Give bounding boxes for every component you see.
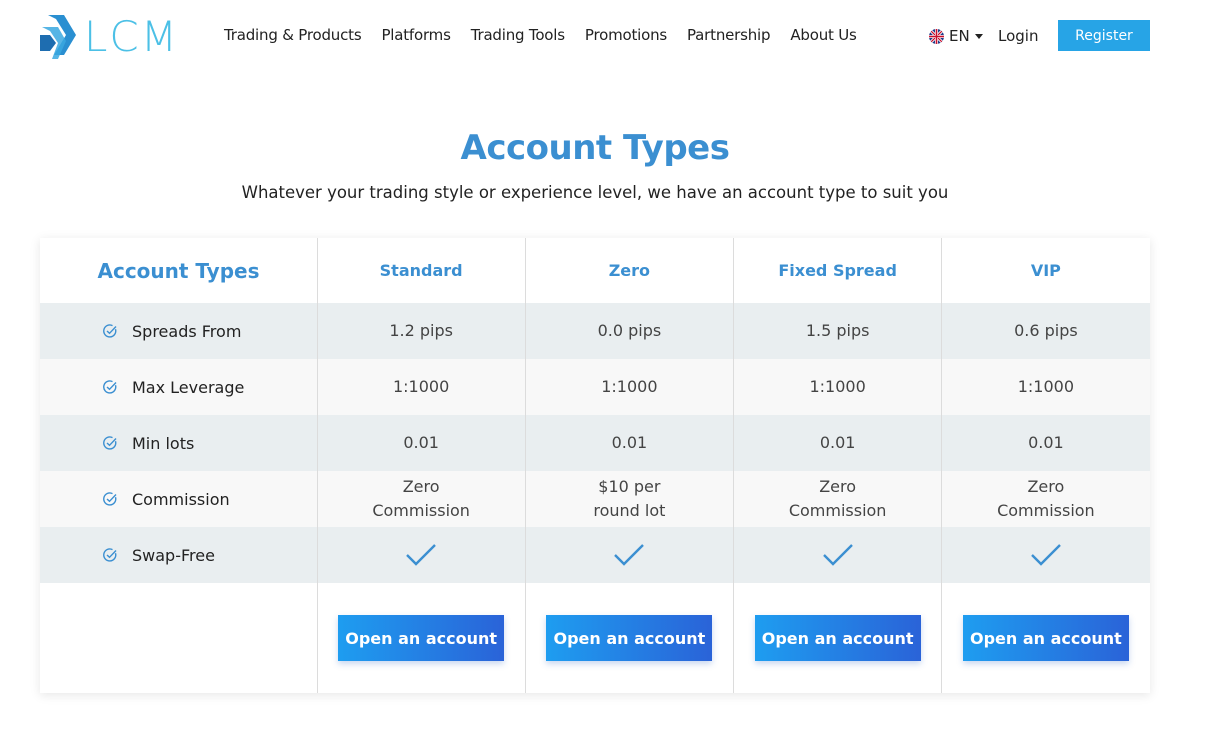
empty-cell: [40, 583, 317, 693]
logo-text: LCM: [84, 12, 179, 61]
action-cell: Open an account: [942, 583, 1150, 693]
nav-trading-tools[interactable]: Trading Tools: [471, 26, 565, 44]
cell-value: 0.6 pips: [1014, 321, 1078, 340]
cell-value: [734, 527, 942, 583]
column-header-fixed-spread: Fixed Spread: [778, 261, 897, 280]
table-row: Spreads From 1.2 pips 0.0 pips 1.5 pips …: [40, 303, 1150, 359]
logo-mark-icon: [40, 15, 76, 59]
column-divider: [733, 238, 734, 693]
column-divider: [941, 238, 942, 693]
register-button[interactable]: Register: [1058, 20, 1150, 51]
row-label-max-leverage: Max Leverage: [40, 359, 317, 415]
nav-about-us[interactable]: About Us: [790, 26, 857, 44]
cell-value: 0.01: [611, 433, 648, 452]
cell-value: Zero Commission: [942, 471, 1150, 527]
cell-value: 0.01: [819, 433, 856, 452]
cell-value: [317, 527, 525, 583]
main-nav: Trading & Products Platforms Trading Too…: [224, 26, 857, 44]
column-divider: [525, 238, 526, 693]
cell-value: 0.01: [1028, 433, 1064, 452]
cell-value: Zero Commission: [734, 471, 942, 527]
cell-line: round lot: [593, 501, 666, 520]
column-header-zero: Zero: [608, 261, 651, 280]
row-label-swap-free: Swap-Free: [40, 527, 317, 583]
column-divider: [317, 238, 318, 693]
logo[interactable]: LCM: [38, 12, 198, 62]
column-header-vip: VIP: [1030, 261, 1061, 280]
nav-partnership[interactable]: Partnership: [687, 26, 771, 44]
row-label-commission: Commission: [40, 471, 317, 527]
checkmark-icon: [614, 544, 645, 566]
cell-value: $10 per round lot: [525, 471, 733, 527]
language-selector[interactable]: EN: [929, 27, 983, 45]
open-account-zero-button[interactable]: Open an account: [546, 615, 713, 661]
table-row: Swap-Free: [40, 527, 1150, 583]
check-circle-icon: [103, 492, 117, 506]
cell-value: 1:1000: [392, 377, 450, 396]
table-actions-row: Open an account Open an account Open an …: [40, 583, 1150, 693]
row-label-text: Commission: [132, 489, 230, 509]
row-label-min-lots: Min lots: [40, 415, 317, 471]
check-circle-icon: [103, 324, 117, 338]
table-header-label: Account Types: [97, 258, 260, 283]
row-label-spreads-from: Spreads From: [40, 303, 317, 359]
check-circle-icon: [103, 436, 117, 450]
cell-value: 1.2 pips: [389, 321, 453, 340]
check-circle-icon: [103, 548, 117, 562]
row-label-text: Spreads From: [132, 321, 242, 341]
site-header: LCM Trading & Products Platforms Trading…: [0, 0, 1210, 72]
cell-value: 1:1000: [601, 377, 658, 396]
table-row: Commission Zero Commission $10 per round l…: [40, 471, 1150, 527]
nav-promotions[interactable]: Promotions: [585, 26, 667, 44]
open-account-fixed-spread-button[interactable]: Open an account: [754, 615, 921, 661]
cell-line: Commission: [372, 501, 470, 520]
action-cell: Open an account: [525, 583, 733, 693]
cell-value: 1:1000: [809, 377, 866, 396]
cell-line: Commission: [997, 501, 1095, 520]
checkmark-icon: [822, 544, 853, 566]
cell-value: Zero Commission: [317, 471, 525, 527]
cell-line: Commission: [788, 501, 887, 520]
action-cell: Open an account: [734, 583, 942, 693]
language-label: EN: [949, 27, 970, 45]
table-row: Max Leverage 1:1000 1:1000 1:1000 1:1000: [40, 359, 1150, 415]
cell-value: 0.01: [403, 433, 439, 452]
checkmark-icon: [406, 544, 436, 566]
checkmark-icon: [1031, 544, 1061, 566]
cell-value: 1:1000: [1017, 377, 1075, 396]
action-cell: Open an account: [317, 583, 525, 693]
cell-value: 1.5 pips: [805, 321, 870, 340]
cell-line: Zero: [402, 477, 440, 496]
table-row: Min lots 0.01 0.01 0.01 0.01: [40, 415, 1150, 471]
cell-value: [525, 527, 733, 583]
nav-trading-products[interactable]: Trading & Products: [224, 26, 362, 44]
cell-line: $10 per: [598, 477, 661, 496]
cell-line: Zero: [1027, 477, 1065, 496]
cell-line: Zero: [819, 477, 857, 496]
login-link[interactable]: Login: [998, 27, 1038, 45]
chevron-down-icon: [974, 33, 983, 39]
cell-value: [942, 527, 1150, 583]
nav-platforms[interactable]: Platforms: [381, 26, 450, 44]
row-label-text: Min lots: [132, 433, 195, 453]
page-subtitle: Whatever your trading style or experienc…: [241, 183, 949, 202]
table-header-row: Account Types Standard Zero Fixed Spread…: [40, 238, 1150, 303]
column-header-standard: Standard: [379, 261, 463, 280]
row-label-text: Max Leverage: [132, 377, 245, 397]
page-title: Account Types: [460, 128, 730, 168]
cell-value: 0.0 pips: [597, 321, 662, 340]
open-account-standard-button[interactable]: Open an account: [338, 615, 505, 661]
uk-flag-icon: [929, 28, 944, 44]
open-account-vip-button[interactable]: Open an account: [962, 615, 1129, 661]
account-types-table: Account Types Standard Zero Fixed Spread…: [40, 238, 1150, 693]
row-label-text: Swap-Free: [132, 545, 215, 565]
check-circle-icon: [103, 380, 117, 394]
